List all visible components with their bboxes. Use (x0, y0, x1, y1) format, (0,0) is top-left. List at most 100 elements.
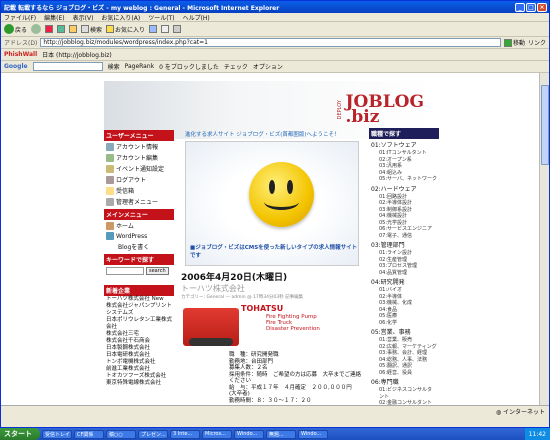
company-link[interactable]: 前進工業株式会社 (106, 366, 172, 373)
keyword-search-button[interactable]: search (146, 267, 169, 275)
logout-icon (106, 175, 114, 184)
menu-bar: ファイル(F) 編集(E) 表示(V) お気に入り(A) ツール(T) ヘルプ(… (1, 13, 549, 22)
status-bar: ◍ インターネット (1, 405, 549, 417)
refresh-button[interactable] (57, 25, 66, 33)
forward-button[interactable] (31, 24, 42, 34)
taskbar-item[interactable]: 受信トレイ (42, 429, 72, 439)
post-title[interactable]: トーハツ株式会社 (181, 283, 365, 294)
maximize-button[interactable]: □ (526, 2, 536, 12)
menu-file[interactable]: ファイル(F) (4, 13, 36, 22)
company-link[interactable]: 日本ポリウレタン工業株式会社 (106, 317, 172, 331)
menu-view[interactable]: 表示(V) (73, 13, 94, 22)
minimize-button[interactable]: _ (515, 2, 525, 12)
post-date: 2006年4月20日(木曜日) (181, 273, 288, 283)
user-icon (106, 142, 114, 151)
post-meta: カテゴリー: General — admin @ 17時34分03秒 記事編集 (181, 295, 304, 300)
window-title: 記載 転載するなら ジョブログ・ビズ - my weblog : General… (4, 4, 280, 12)
phishwall-toolbar: PhishWall 日本 (http://jobblog.biz) (1, 49, 549, 61)
job-subcategory[interactable]: 06:サービスエンジニア (369, 226, 439, 233)
phishwall-button[interactable]: PhishWall (4, 51, 37, 58)
mail-icon (161, 25, 170, 33)
menu-logout[interactable]: ログアウト (104, 174, 174, 185)
options-button[interactable]: オプション (253, 62, 283, 71)
scrollbar-thumb[interactable] (541, 85, 549, 165)
address-label: アドレス(D) (4, 40, 38, 47)
taskbar-item[interactable]: Windo... (234, 429, 264, 439)
vertical-scrollbar[interactable] (539, 73, 549, 405)
wordpress-icon (106, 232, 114, 240)
google-search-button[interactable]: 検索 (108, 62, 120, 71)
taskbar-item[interactable]: CF関係 (74, 429, 104, 439)
favorites-button[interactable]: お気に入り (106, 25, 145, 34)
mail-button[interactable] (161, 25, 170, 33)
menu-favorites[interactable]: お気に入り(A) (101, 13, 140, 22)
menu-home[interactable]: ホーム (104, 220, 174, 231)
company-link[interactable]: 日本電研株式会社 (106, 352, 172, 359)
job-category[interactable]: 03:管理部門 (369, 239, 439, 250)
links-label[interactable]: リンク (528, 38, 546, 47)
print-button[interactable] (173, 25, 182, 33)
menu-account-edit[interactable]: アカウント編集 (104, 152, 174, 163)
search-icon (81, 25, 90, 33)
site-logo[interactable]: JOBLOG .biz (345, 94, 424, 126)
google-toolbar: Google 検索 PageRank 0 をブロックしました チェック オプショ… (1, 61, 549, 73)
envelope-icon (106, 186, 114, 195)
job-subcategory[interactable]: 01:ビジネスコンサルタント (369, 387, 439, 400)
taskbar-item[interactable]: 無題... (266, 429, 296, 439)
company-link[interactable]: トンボ電機株式会社 (106, 359, 172, 366)
home-icon (69, 25, 78, 33)
company-link[interactable]: 株式会社千石商会 (106, 338, 172, 345)
refresh-icon (57, 25, 66, 33)
gear-icon (106, 197, 114, 206)
job-subcategory[interactable]: 05:サーバ、ネットワーク (369, 176, 439, 183)
back-button[interactable]: 戻る (4, 24, 27, 34)
company-link[interactable]: 株式会社ジャパンプリントシステムズ (106, 303, 172, 317)
close-button[interactable]: × (537, 2, 547, 12)
taskbar-item[interactable]: Windo... (298, 429, 328, 439)
company-link[interactable]: 東京特殊電線株式会社 (106, 380, 172, 387)
taskbar-item[interactable]: Micros... (202, 429, 232, 439)
taskbar-item[interactable]: 稿○○ (106, 429, 136, 439)
search-button[interactable]: 検索 (81, 25, 102, 34)
google-search-input[interactable] (32, 62, 103, 71)
menu-write-blog[interactable]: Blogを書く (104, 241, 174, 252)
menu-edit[interactable]: 編集(E) (44, 13, 64, 22)
menu-tools[interactable]: ツール(T) (148, 13, 174, 22)
tohatsu-ad[interactable]: TOHATSU Fire Fighting Pump Fire Truck Di… (181, 302, 363, 350)
stop-button[interactable] (45, 25, 54, 33)
phishwall-site: 日本 (http://jobblog.biz) (42, 52, 112, 59)
home-button[interactable] (69, 25, 78, 33)
company-link[interactable]: 日本製鋼株式会社 (106, 345, 172, 352)
job-category[interactable]: 01:ソフトウェア (369, 139, 439, 150)
keyword-input[interactable] (106, 267, 144, 275)
job-category[interactable]: 06:専門職 (369, 376, 439, 387)
keyword-search-heading: キーワードで探す (104, 254, 174, 265)
menu-help[interactable]: ヘルプ(H) (183, 13, 210, 22)
stop-icon (45, 25, 54, 33)
site-tagline[interactable]: ■ジョブログ・ビズはCMSを使った新しいタイプの求人情報サイトです (190, 243, 358, 259)
start-button[interactable]: スタート (0, 428, 40, 440)
spellcheck-button[interactable]: チェック (224, 62, 248, 71)
history-button[interactable] (149, 25, 158, 33)
taskbar-item[interactable]: 3 Inte... (170, 429, 200, 439)
job-category[interactable]: 04:研究開発 (369, 276, 439, 287)
menu-wordpress[interactable]: WordPress (104, 231, 174, 241)
menu-admin[interactable]: 管理者メニュー (104, 196, 174, 207)
company-link[interactable]: 株式会社三宅 (106, 331, 172, 338)
company-link[interactable]: トーハツ株式会社 New (106, 296, 172, 303)
new-companies-list: トーハツ株式会社 New 株式会社ジャパンプリントシステムズ 日本ポリウレタン工… (104, 296, 174, 387)
menu-event-notify[interactable]: イベント通知設定 (104, 163, 174, 174)
menu-inbox[interactable]: 受信箱 (104, 185, 174, 196)
go-button[interactable]: 移動 (503, 38, 525, 47)
menu-account-info[interactable]: アカウント情報 (104, 141, 174, 152)
taskbar-item[interactable]: プレゼン... (138, 429, 168, 439)
job-category-heading: 職種で探す (369, 128, 439, 139)
star-icon (106, 25, 115, 33)
job-category[interactable]: 02:ハードウェア (369, 183, 439, 194)
edit-icon (106, 153, 114, 162)
job-category[interactable]: 05:営業、事務 (369, 326, 439, 337)
popup-blocked-count[interactable]: 0 をブロックしました (159, 62, 219, 71)
main-menu-heading: メインメニュー (104, 209, 174, 220)
address-input[interactable]: http://jobblog.biz/modules/wordpress/ind… (40, 38, 501, 47)
company-link[interactable]: トオカツフーズ株式会社 (106, 373, 172, 380)
